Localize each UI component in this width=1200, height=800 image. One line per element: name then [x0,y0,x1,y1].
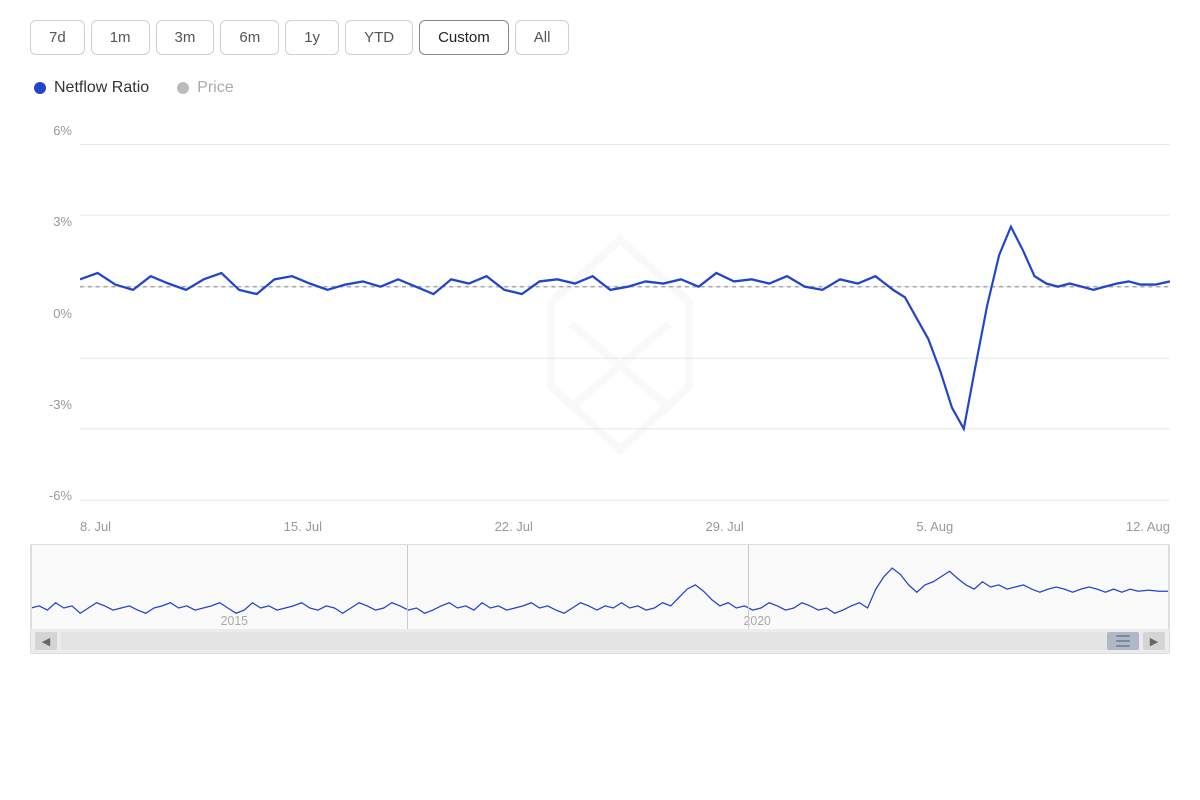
legend-label-price: Price [197,79,233,97]
x-axis-label: 22. Jul [495,519,533,534]
navigator-scrollbar: ◀ ▶ [31,629,1169,653]
x-axis-label: 29. Jul [705,519,743,534]
chart-wrapper: 6% 3% 0% -3% -6% [30,113,1170,654]
chart-plot [80,113,1170,513]
x-axis: 8. Jul 15. Jul 22. Jul 29. Jul 5. Aug 12. Aug [30,513,1170,534]
navigator-area[interactable]: 2015 2020 ◀ [30,544,1170,654]
y-axis-label: -6% [30,488,80,503]
time-btn-1m[interactable]: 1m [91,20,150,55]
scroll-right-button[interactable]: ▶ [1143,632,1165,650]
y-axis: 6% 3% 0% -3% -6% [30,113,80,513]
time-btn-7d[interactable]: 7d [30,20,85,55]
y-axis-label: 3% [30,214,80,229]
time-range-bar: 7d1m3m6m1yYTDCustomAll [30,20,1170,55]
y-axis-label: 0% [30,306,80,321]
main-container: 7d1m3m6m1yYTDCustomAll Netflow Ratio Pric… [0,0,1200,674]
x-axis-label: 15. Jul [284,519,322,534]
legend-dot-netflow [34,82,46,94]
x-axis-label: 12. Aug [1126,519,1170,534]
time-btn-6m[interactable]: 6m [220,20,279,55]
time-btn-3m[interactable]: 3m [156,20,215,55]
time-btn-1y[interactable]: 1y [285,20,339,55]
legend: Netflow Ratio Price [30,79,1170,97]
legend-dot-price [177,82,189,94]
scroll-thumb[interactable] [1107,632,1139,650]
svg-text:2015: 2015 [221,614,248,628]
y-axis-label: 6% [30,123,80,138]
scroll-track[interactable] [61,632,1139,650]
time-btn-all[interactable]: All [515,20,570,55]
x-axis-label: 8. Jul [80,519,111,534]
y-axis-label: -3% [30,397,80,412]
legend-item-netflow: Netflow Ratio [34,79,149,97]
main-chart-area: 6% 3% 0% -3% -6% [30,113,1170,513]
navigator-inner: 2015 2020 [31,545,1169,629]
time-btn-custom[interactable]: Custom [419,20,509,55]
scroll-left-button[interactable]: ◀ [35,632,57,650]
legend-label-netflow: Netflow Ratio [54,79,149,97]
time-btn-ytd[interactable]: YTD [345,20,413,55]
x-axis-label: 5. Aug [916,519,953,534]
legend-item-price: Price [177,79,233,97]
thumb-lines-icon [1116,635,1130,647]
